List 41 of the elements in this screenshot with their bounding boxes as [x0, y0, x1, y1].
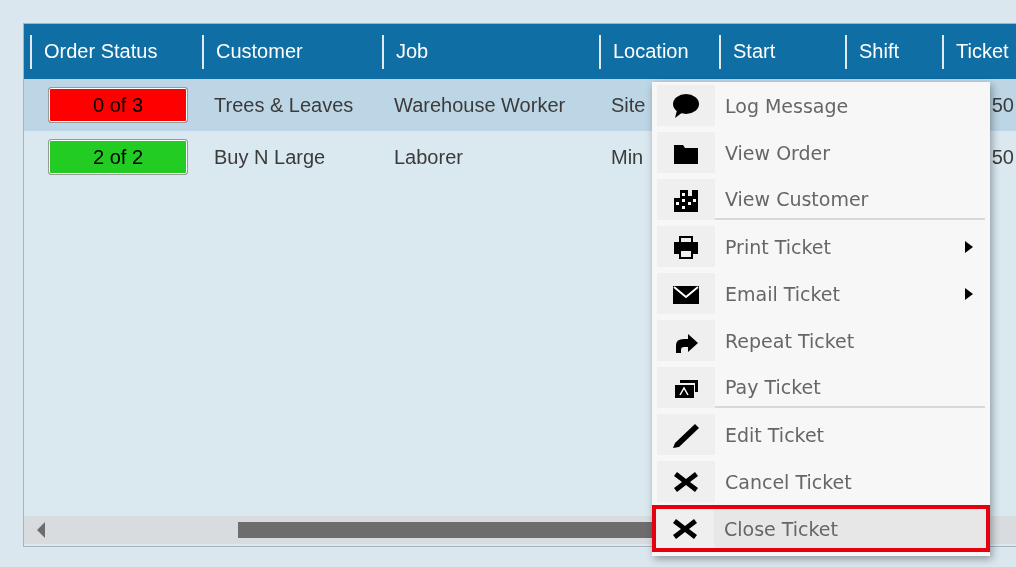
table-cell: 50 — [991, 93, 1014, 116]
menu-item[interactable]: Edit Ticket — [654, 411, 988, 458]
submenu-arrow-icon — [965, 287, 973, 300]
table-cell: 50 — [991, 145, 1014, 168]
menu-item[interactable]: Log Message — [654, 82, 988, 129]
speech-bubble-icon — [671, 91, 701, 120]
menu-item[interactable]: Close Ticket — [652, 505, 990, 552]
menu-item-label: Email Ticket — [725, 282, 840, 305]
column-header[interactable]: Location — [613, 40, 689, 63]
column-header[interactable]: Shift — [859, 40, 900, 63]
menu-item-label: Pay Ticket — [725, 375, 821, 398]
menu-item[interactable]: Repeat Ticket — [654, 317, 988, 364]
menu-item-label: Log Message — [725, 94, 849, 117]
menu-item[interactable]: View Order — [654, 129, 988, 176]
menu-item-label: Repeat Ticket — [725, 329, 855, 352]
table-cell: Trees & Leaves — [214, 93, 354, 116]
column-header[interactable]: Customer — [216, 40, 303, 63]
menu-item-label: Close Ticket — [724, 517, 838, 540]
column-header[interactable]: Ticket — [956, 40, 1009, 63]
menu-item[interactable]: Pay Ticket — [654, 364, 988, 411]
status-badge: 2 of 2 — [48, 139, 188, 175]
table-cell: Buy N Large — [214, 145, 326, 168]
menu-item-label: Cancel Ticket — [725, 470, 852, 493]
table-cell: Warehouse Worker — [394, 93, 566, 116]
menu-item-label: Edit Ticket — [725, 423, 825, 446]
column-header[interactable]: Start — [733, 40, 776, 63]
column-header[interactable]: Job — [396, 40, 429, 63]
column-header[interactable]: Order Status — [44, 40, 158, 63]
menu-item[interactable]: Print Ticket — [654, 223, 988, 270]
table-cell: Min — [611, 145, 644, 168]
menu-item[interactable]: View Customer — [654, 176, 988, 223]
table-cell: Site — [611, 93, 646, 116]
menu-item-label: Print Ticket — [725, 235, 831, 258]
menu-item[interactable]: Email Ticket — [654, 270, 988, 317]
scroll-left-icon[interactable] — [36, 522, 46, 538]
status-badge: 0 of 3 — [48, 87, 188, 123]
menu-item-label: View Customer — [725, 187, 869, 210]
menu-item-label: View Order — [725, 141, 831, 164]
submenu-arrow-icon — [965, 240, 973, 253]
menu-item[interactable]: Cancel Ticket — [654, 458, 988, 505]
table-cell: Laborer — [394, 145, 463, 168]
